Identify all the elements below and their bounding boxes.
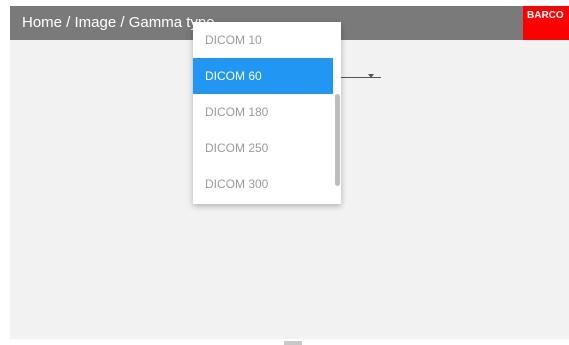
bottom-handle <box>284 341 302 345</box>
option-dicom-10[interactable]: DICOM 10 <box>193 22 333 58</box>
gamma-type-dropdown[interactable]: DICOM 10 DICOM 60 DICOM 180 DICOM 250 DI… <box>193 22 341 204</box>
logo-text: BARCO <box>527 10 564 21</box>
scrollbar-thumb[interactable] <box>335 94 340 186</box>
option-dicom-300[interactable]: DICOM 300 <box>193 166 333 202</box>
option-dicom-180[interactable]: DICOM 180 <box>193 94 333 130</box>
option-dicom-250[interactable]: DICOM 250 <box>193 130 333 166</box>
option-dicom-60[interactable]: DICOM 60 <box>193 58 333 94</box>
chevron-down-icon[interactable] <box>368 74 374 78</box>
barco-logo: BARCO <box>523 6 569 40</box>
dropdown-scrollbar[interactable] <box>333 22 341 204</box>
breadcrumb: Home / Image / Gamma type <box>22 14 215 31</box>
